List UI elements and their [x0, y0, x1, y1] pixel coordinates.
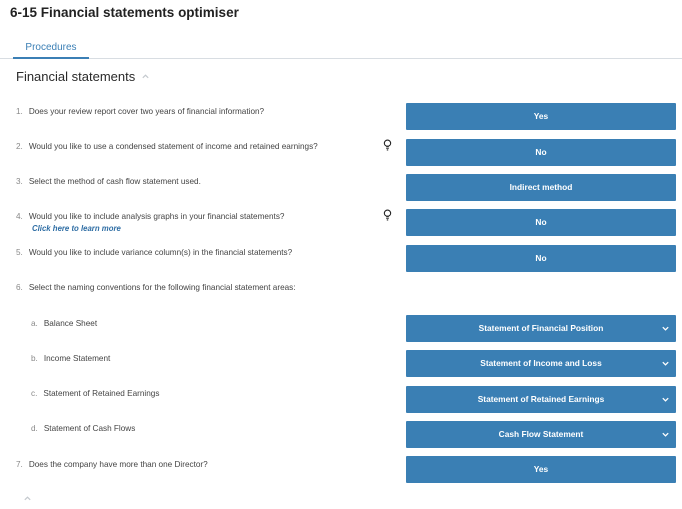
- page-title: 6-15 Financial statements optimiser: [10, 5, 239, 20]
- item-letter: a.: [31, 319, 38, 328]
- question-text: Does your review report cover two years …: [28, 107, 265, 116]
- tab-bar: Procedures: [0, 36, 682, 59]
- question-text: Select the naming conventions for the fo…: [28, 283, 296, 292]
- question-text: Would you like to include variance colum…: [28, 248, 293, 257]
- item-text: Balance Sheet: [43, 319, 98, 328]
- question-number: 4.: [16, 212, 23, 221]
- answer-button-q2[interactable]: No: [406, 139, 676, 166]
- learn-more-link[interactable]: Click here to learn more: [32, 224, 121, 233]
- question-2: 2. Would you like to use a condensed stat…: [16, 142, 318, 151]
- naming-item-cash-flows: d. Statement of Cash Flows: [31, 424, 135, 433]
- item-letter: c.: [31, 389, 38, 398]
- chevron-down-icon: [662, 326, 669, 331]
- dropdown-value: Statement of Financial Position: [478, 323, 604, 333]
- question-4: 4. Would you like to include analysis gra…: [16, 212, 284, 221]
- answer-button-q3[interactable]: Indirect method: [406, 174, 676, 201]
- lightbulb-icon[interactable]: [383, 139, 392, 151]
- section-header[interactable]: Financial statements: [16, 69, 150, 84]
- answer-button-q5[interactable]: No: [406, 245, 676, 272]
- question-number: 1.: [16, 107, 23, 116]
- question-number: 6.: [16, 283, 23, 292]
- question-text: Does the company have more than one Dire…: [28, 460, 208, 469]
- question-number: 5.: [16, 248, 23, 257]
- dropdown-value: Statement of Retained Earnings: [477, 394, 605, 404]
- naming-item-balance-sheet: a. Balance Sheet: [31, 319, 97, 328]
- item-text: Statement of Cash Flows: [43, 424, 136, 433]
- chevron-up-icon[interactable]: [141, 72, 150, 81]
- question-5: 5. Would you like to include variance col…: [16, 248, 292, 257]
- naming-dropdown-retained-earnings[interactable]: Statement of Retained Earnings: [406, 386, 676, 413]
- naming-dropdown-cash-flows[interactable]: Cash Flow Statement: [406, 421, 676, 448]
- item-letter: b.: [31, 354, 38, 363]
- chevron-down-icon: [662, 432, 669, 437]
- answer-button-q7[interactable]: Yes: [406, 456, 676, 483]
- lightbulb-icon[interactable]: [383, 209, 392, 221]
- chevron-up-icon[interactable]: [23, 494, 32, 503]
- chevron-down-icon: [662, 397, 669, 402]
- chevron-down-icon: [662, 361, 669, 366]
- section-title: Financial statements: [16, 69, 136, 84]
- dropdown-value: Cash Flow Statement: [498, 429, 584, 439]
- question-number: 3.: [16, 177, 23, 186]
- answer-button-q1[interactable]: Yes: [406, 103, 676, 130]
- question-1: 1. Does your review report cover two year…: [16, 107, 264, 116]
- dropdown-value: Statement of Income and Loss: [480, 358, 602, 368]
- item-text: Statement of Retained Earnings: [43, 389, 160, 398]
- item-letter: d.: [31, 424, 38, 433]
- naming-dropdown-balance-sheet[interactable]: Statement of Financial Position: [406, 315, 676, 342]
- question-text: Select the method of cash flow statement…: [28, 177, 201, 186]
- question-number: 2.: [16, 142, 23, 151]
- naming-dropdown-income-statement[interactable]: Statement of Income and Loss: [406, 350, 676, 377]
- item-text: Income Statement: [43, 354, 111, 363]
- question-3: 3. Select the method of cash flow stateme…: [16, 177, 201, 186]
- naming-item-retained-earnings: c. Statement of Retained Earnings: [31, 389, 159, 398]
- question-7: 7. Does the company have more than one Di…: [16, 460, 208, 469]
- question-text: Would you like to include analysis graph…: [28, 212, 285, 221]
- question-text: Would you like to use a condensed statem…: [28, 142, 318, 151]
- answer-button-q4[interactable]: No: [406, 209, 676, 236]
- question-number: 7.: [16, 460, 23, 469]
- tab-procedures[interactable]: Procedures: [13, 36, 89, 59]
- question-6: 6. Select the naming conventions for the …: [16, 283, 296, 292]
- naming-item-income-statement: b. Income Statement: [31, 354, 110, 363]
